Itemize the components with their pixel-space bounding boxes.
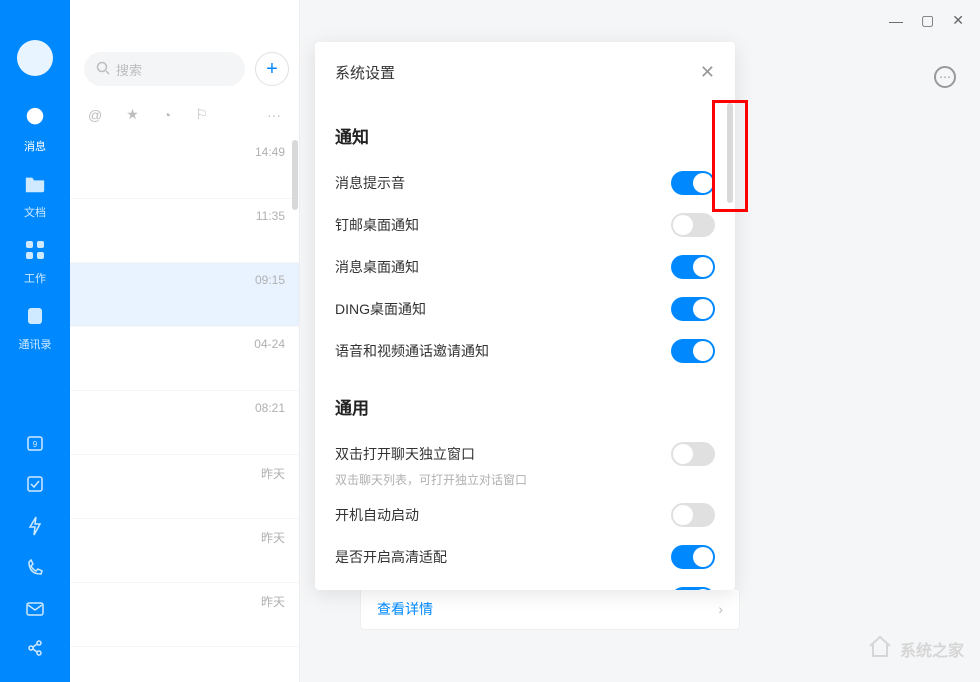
filter-more-icon[interactable]: ··· — [267, 107, 281, 123]
chat-time: 昨天 — [261, 593, 285, 610]
chat-time: 14:49 — [255, 145, 285, 159]
setting-row-accessibility: 启用无障碍功能 — [335, 578, 715, 590]
grid-icon — [25, 240, 45, 266]
check-icon[interactable] — [26, 475, 44, 498]
toggle-sound[interactable] — [671, 171, 715, 195]
contacts-icon — [25, 306, 45, 332]
svg-text:9: 9 — [33, 440, 38, 449]
setting-row-msg-desktop: 消息桌面通知 — [335, 246, 715, 288]
search-icon — [96, 61, 110, 78]
setting-row-voice-video: 语音和视频通话邀请通知 — [335, 330, 715, 372]
sidebar-item-doc[interactable]: 文档 — [0, 164, 70, 230]
setting-row-dingmail: 钉邮桌面通知 — [335, 204, 715, 246]
toggle-autostart[interactable] — [671, 503, 715, 527]
chat-time: 04-24 — [254, 337, 285, 351]
window-close-button[interactable]: ✕ — [952, 12, 964, 29]
toggle-accessibility[interactable] — [671, 587, 715, 590]
chat-item[interactable]: 昨天 — [70, 455, 299, 519]
setting-label: 启用无障碍功能 — [335, 589, 433, 590]
view-details-button[interactable]: 查看详情 › — [360, 588, 740, 630]
more-menu-icon[interactable]: ⋯ — [934, 66, 956, 88]
highlight-box — [712, 100, 748, 212]
chat-list-panel: 搜索 + @ ★ ◔ ⚐ ··· 14:49 11:35 09:15 04-24… — [70, 0, 300, 682]
setting-label: DING桌面通知 — [335, 299, 426, 319]
search-input[interactable]: 搜索 — [84, 52, 245, 86]
filter-flag-icon[interactable]: ⚐ — [195, 106, 208, 123]
chat-item[interactable]: 11:35 — [70, 199, 299, 263]
chat-item[interactable]: 08:21 — [70, 391, 299, 455]
setting-row-autostart: 开机自动启动 — [335, 494, 715, 536]
mail-icon[interactable] — [26, 600, 44, 621]
phone-icon[interactable] — [26, 559, 44, 582]
toggle-ding-desktop[interactable] — [671, 297, 715, 321]
sidebar-item-label: 通讯录 — [19, 336, 52, 352]
filter-star-icon[interactable]: ★ — [126, 106, 139, 123]
avatar[interactable] — [17, 40, 53, 76]
chat-item[interactable]: 昨天 — [70, 519, 299, 583]
chat-list: 14:49 11:35 09:15 04-24 08:21 昨天 昨天 昨天 — [70, 135, 299, 647]
setting-row-sound: 消息提示音 — [335, 162, 715, 204]
section-title-general: 通用 — [335, 394, 715, 419]
toggle-voice-video[interactable] — [671, 339, 715, 363]
setting-label: 消息桌面通知 — [335, 257, 419, 277]
chat-time: 09:15 — [255, 273, 285, 287]
chat-item[interactable]: 09:15 — [70, 263, 299, 327]
toggle-dingmail[interactable] — [671, 213, 715, 237]
search-placeholder: 搜索 — [116, 60, 142, 79]
watermark: 系统之家 — [866, 632, 964, 666]
chat-time: 昨天 — [261, 465, 285, 482]
setting-label: 双击打开聊天独立窗口 — [335, 444, 475, 464]
setting-label: 消息提示音 — [335, 173, 405, 193]
view-details-label: 查看详情 — [377, 599, 433, 619]
house-icon — [866, 632, 894, 666]
chat-list-scrollbar[interactable] — [292, 140, 298, 210]
chat-time: 08:21 — [255, 401, 285, 415]
setting-label: 钉邮桌面通知 — [335, 215, 419, 235]
message-icon — [24, 106, 46, 134]
setting-hint: 双击聊天列表，可打开独立对话窗口 — [335, 471, 715, 488]
setting-row-doubleclick: 双击打开聊天独立窗口 — [335, 433, 715, 475]
filter-at[interactable]: @ — [88, 107, 102, 123]
calendar-icon[interactable]: 9 — [26, 434, 44, 457]
window-minimize-button[interactable]: — — [889, 13, 903, 29]
chat-item[interactable]: 14:49 — [70, 135, 299, 199]
sidebar-item-label: 文档 — [24, 204, 46, 220]
sidebar-bottom-icons: 9 — [0, 434, 70, 662]
settings-panel: 系统设置 ✕ 通知 消息提示音 钉邮桌面通知 消息桌面通知 DING桌面通知 语… — [315, 42, 735, 590]
toggle-msg-desktop[interactable] — [671, 255, 715, 279]
lightning-icon[interactable] — [27, 516, 43, 541]
share-icon[interactable] — [26, 639, 44, 662]
add-button[interactable]: + — [255, 52, 289, 86]
sidebar-item-label: 消息 — [24, 138, 46, 154]
setting-label: 语音和视频通话邀请通知 — [335, 341, 489, 361]
settings-close-button[interactable]: ✕ — [700, 62, 715, 83]
sidebar-item-label: 工作 — [24, 270, 46, 286]
chat-time: 11:35 — [256, 209, 285, 223]
filter-clock-icon[interactable]: ◔ — [163, 107, 171, 123]
chevron-right-icon: › — [718, 601, 723, 617]
setting-label: 开机自动启动 — [335, 505, 419, 525]
setting-row-ding-desktop: DING桌面通知 — [335, 288, 715, 330]
folder-icon — [24, 174, 46, 200]
toggle-doubleclick[interactable] — [671, 442, 715, 466]
toggle-hd[interactable] — [671, 545, 715, 569]
setting-row-hd: 是否开启高清适配 — [335, 536, 715, 578]
sidebar-item-contacts[interactable]: 通讯录 — [0, 296, 70, 362]
section-title-notification: 通知 — [335, 123, 715, 148]
left-sidebar: 消息 文档 工作 通讯录 9 — [0, 0, 70, 682]
chat-time: 昨天 — [261, 529, 285, 546]
sidebar-item-message[interactable]: 消息 — [0, 96, 70, 164]
chat-item[interactable]: 04-24 — [70, 327, 299, 391]
settings-title: 系统设置 — [335, 62, 395, 83]
chat-item[interactable]: 昨天 — [70, 583, 299, 647]
sidebar-item-work[interactable]: 工作 — [0, 230, 70, 296]
window-maximize-button[interactable]: ▢ — [921, 12, 934, 29]
setting-label: 是否开启高清适配 — [335, 547, 447, 567]
watermark-text: 系统之家 — [900, 637, 964, 661]
